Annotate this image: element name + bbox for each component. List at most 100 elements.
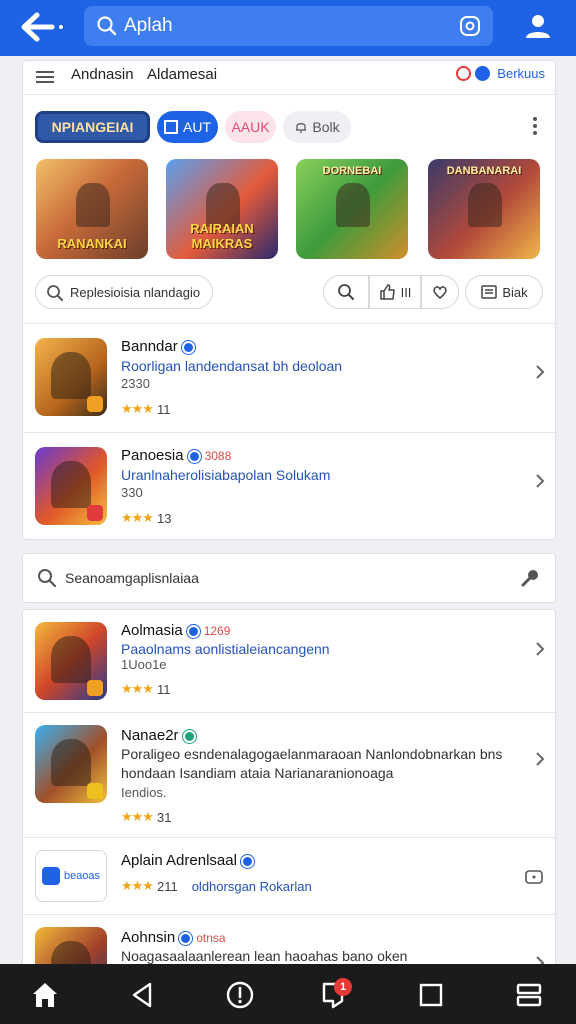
- app-name: Aplain Adrenlsaal: [121, 852, 237, 869]
- app-list-item[interactable]: Banndar Roorligan landendansat bh deoloa…: [23, 324, 557, 432]
- game-thumbnail-1[interactable]: RANANKAI: [36, 159, 148, 259]
- app-name-row: Aohnsin otnsa: [121, 929, 226, 946]
- heart-icon: [433, 286, 447, 299]
- game-thumbnail-2[interactable]: RAIRAIAN MAIKRAS: [166, 159, 278, 259]
- menu-icon[interactable]: [36, 68, 54, 84]
- filter-search-label: Replesioisia nlandagio: [70, 285, 201, 300]
- search-button[interactable]: [323, 275, 369, 309]
- app-rating: ★★★ 31: [121, 809, 171, 825]
- star-icons: ★★★: [121, 878, 154, 893]
- chip-bolk[interactable]: Bolk: [283, 111, 351, 143]
- sub-nav-item-1[interactable]: Andnasin: [71, 66, 134, 83]
- app-downloads: 2330: [121, 376, 150, 391]
- search-input[interactable]: Aplah: [84, 6, 493, 46]
- app-badge-icon: [87, 396, 103, 412]
- app-icon: [35, 447, 107, 525]
- like-count: III: [400, 284, 412, 300]
- thumbs-up-icon: [379, 284, 395, 300]
- app-rating: ★★★ 11: [121, 401, 170, 417]
- character-art: [50, 461, 92, 508]
- app-downloads: 330: [121, 485, 143, 500]
- favorite-button[interactable]: [421, 275, 459, 309]
- record-icon: [456, 66, 472, 81]
- chevron-right-icon[interactable]: [535, 364, 545, 380]
- back-arrow-icon[interactable]: [20, 10, 64, 44]
- app-description: Poraligeo esndenalagogaelanmaraoan Nanlo…: [121, 746, 503, 781]
- microphone-icon[interactable]: [519, 567, 541, 589]
- chip-aut[interactable]: AUT: [157, 111, 218, 143]
- bottom-navigation-bar: 1: [0, 964, 576, 1024]
- app-name-row: Banndar: [121, 338, 195, 355]
- rating-value: 11: [156, 401, 171, 417]
- featured-card: Andnasin Aldamesai Berkuus NPIANGEIAI AU…: [22, 60, 557, 540]
- like-button[interactable]: III: [369, 275, 421, 309]
- app-list-item[interactable]: Aolmasia 1269 Paaolnams aonlistialeiancan…: [23, 610, 557, 712]
- search-icon: [338, 284, 354, 300]
- app-tag: otnsa: [196, 931, 226, 946]
- rating-value: 31: [156, 809, 172, 825]
- app-logo-text: beaoas: [63, 870, 101, 882]
- app-name-row: Aolmasia 1269: [121, 622, 230, 639]
- verified-icon: [179, 931, 193, 945]
- chevron-right-icon[interactable]: [535, 641, 545, 657]
- app-badge-icon: [87, 505, 103, 521]
- list-view-button[interactable]: Biak: [465, 275, 543, 309]
- chevron-right-icon[interactable]: [535, 473, 545, 489]
- thumbnail-title: DORNEBAI: [322, 165, 382, 177]
- app-list-item[interactable]: Panoesia 3088 Uranlnaherolisiabapolan Sol…: [23, 433, 557, 539]
- app-list-item[interactable]: beaoas Aplain Adrenlsaal ★★★ 211 oldhors…: [23, 838, 557, 914]
- character-art: [50, 352, 92, 399]
- star-icons: ★★★: [121, 401, 154, 416]
- chip-aauk[interactable]: AAUK: [225, 111, 276, 143]
- app-description: Paaolnams aonlistialeiancangenn: [121, 641, 330, 657]
- game-thumbnail-3[interactable]: DORNEBAI: [296, 159, 408, 259]
- app-name: Aolmasia: [121, 622, 183, 639]
- home-icon[interactable]: [30, 980, 60, 1010]
- app-icon: [35, 622, 107, 700]
- sub-header-right[interactable]: Berkuus: [456, 66, 545, 81]
- character-art: [468, 183, 502, 227]
- secondary-search-field[interactable]: Seanoamgaplisnlaiaa: [22, 553, 556, 603]
- app-tag: 3088: [204, 449, 232, 464]
- filter-search-pill[interactable]: Replesioisia nlandagio: [35, 275, 213, 309]
- info-icon[interactable]: [225, 980, 255, 1010]
- grid-icon: [164, 120, 178, 134]
- recents-square-icon[interactable]: [416, 980, 446, 1010]
- app-badge-icon: [87, 680, 103, 696]
- app-description: Uranlnaherolisiabapolan Solukam: [121, 467, 331, 483]
- sub-header: Andnasin Aldamesai Berkuus: [23, 61, 557, 95]
- app-name-row: Panoesia 3088: [121, 447, 231, 464]
- app-name-row: Aplain Adrenlsaal: [121, 852, 254, 869]
- app-rating: ★★★ 11: [121, 681, 170, 697]
- sub-nav-item-2[interactable]: Aldamesai: [147, 66, 217, 83]
- star-icons: ★★★: [121, 681, 154, 696]
- lens-icon[interactable]: [459, 15, 481, 37]
- app-list-item[interactable]: Nanae2r Poraligeo esndenalagogaelanmarao…: [23, 713, 557, 837]
- app-icon: [35, 338, 107, 416]
- more-options-icon[interactable]: [533, 117, 537, 135]
- back-triangle-icon[interactable]: [128, 980, 158, 1010]
- app-rating: ★★★ 13: [121, 510, 171, 526]
- app-downloads: 1Uoo1e: [121, 657, 167, 672]
- verified-icon: [186, 624, 200, 638]
- app-icon: [35, 725, 107, 803]
- search-icon: [47, 285, 63, 301]
- verified-icon: [181, 340, 195, 354]
- character-art: [336, 183, 370, 227]
- app-name: Nanae2r: [121, 727, 179, 744]
- verified-icon: [475, 66, 491, 81]
- app-tag: 1269: [203, 624, 231, 639]
- install-icon[interactable]: [525, 868, 543, 884]
- app-logo-icon: [41, 867, 60, 885]
- menu-stack-icon[interactable]: [514, 980, 544, 1010]
- chevron-right-icon[interactable]: [535, 751, 545, 767]
- character-art: [50, 739, 92, 786]
- thumbnail-title: DANBANARAI: [446, 165, 522, 177]
- game-thumbnail-4[interactable]: DANBANARAI: [428, 159, 540, 259]
- notification-badge: 1: [334, 978, 352, 996]
- chip-featured[interactable]: NPIANGEIAI: [35, 111, 150, 143]
- app-downloads: Iendios.: [121, 785, 167, 800]
- app-name: Banndar: [121, 338, 178, 355]
- thumbnail-title: RAIRAIAN MAIKRAS: [190, 221, 254, 251]
- account-icon[interactable]: [522, 10, 554, 42]
